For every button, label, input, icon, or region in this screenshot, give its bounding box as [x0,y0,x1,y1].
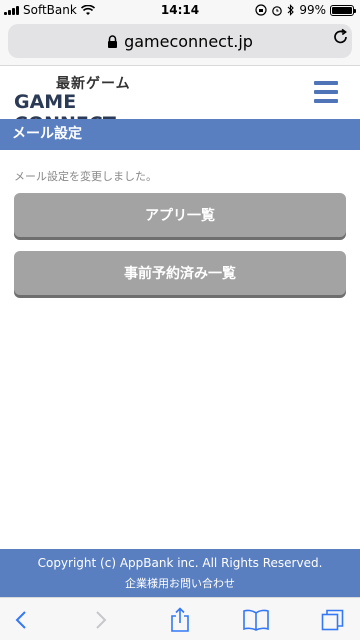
bookmarks-icon[interactable] [243,607,269,633]
orientation-lock-icon [255,4,267,16]
browser-toolbar [0,597,360,640]
reload-icon[interactable] [332,28,350,46]
copyright-text: Copyright (c) AppBank inc. All Rights Re… [37,556,323,570]
battery-fill [332,6,352,14]
bluetooth-icon [287,4,295,16]
battery-percent: 99% [299,3,326,17]
hamburger-menu-icon[interactable] [314,81,338,103]
tabs-icon[interactable] [320,607,346,633]
forward-icon[interactable] [88,607,114,633]
address-text: gameconnect.jp [124,31,253,51]
site-logo[interactable]: 最新ゲーム GAME CONNECT [14,71,164,135]
preregistered-list-button[interactable]: 事前予約済み一覧 [14,251,346,295]
logo-subtitle: 最新ゲーム [56,76,131,92]
alarm-icon [272,6,283,16]
status-bar: SoftBank 14:14 99% [0,0,360,20]
site-footer: Copyright (c) AppBank inc. All Rights Re… [0,549,360,597]
browser-address-area: gameconnect.jp [0,20,360,66]
battery-icon [330,4,356,16]
site-header: 最新ゲーム GAME CONNECT [0,67,360,135]
app-list-button[interactable]: アプリ一覧 [14,193,346,237]
status-right: 99% [255,3,356,17]
corporate-contact-link[interactable]: 企業様用お問い合わせ [0,575,360,591]
page-title: メール設定 [0,119,360,150]
lock-icon [107,34,118,48]
address-bar[interactable]: gameconnect.jp [8,24,352,58]
share-icon[interactable] [167,607,193,633]
status-message: メール設定を変更しました。 [14,170,157,183]
back-icon[interactable] [8,607,34,633]
